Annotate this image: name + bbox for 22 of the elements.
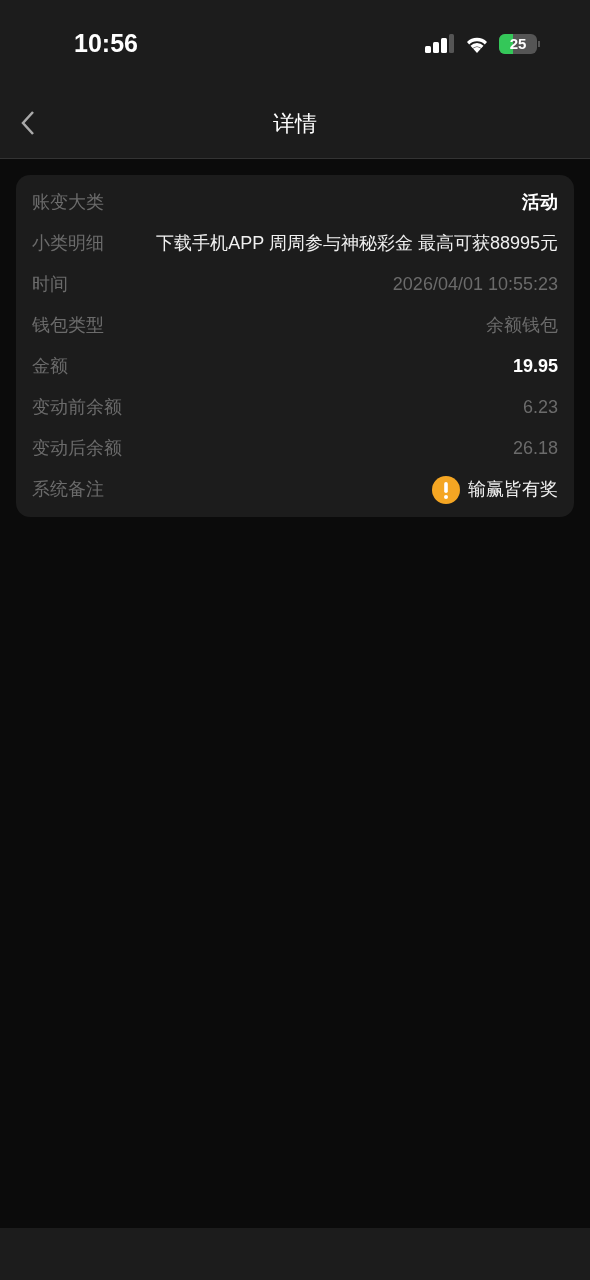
detail-label: 账变大类 bbox=[32, 191, 104, 214]
detail-value: 2026/04/01 10:55:23 bbox=[392, 273, 558, 296]
detail-label: 变动后余额 bbox=[32, 437, 122, 460]
detail-label: 金额 bbox=[32, 355, 68, 378]
signal-icon bbox=[425, 34, 455, 54]
detail-value: 26.18 bbox=[512, 437, 558, 460]
detail-value: 下载手机APP 周周参与神秘彩金 最高可获88995元 bbox=[156, 232, 558, 255]
detail-value: 活动 bbox=[522, 191, 558, 214]
wifi-icon bbox=[465, 35, 489, 53]
detail-label: 钱包类型 bbox=[32, 314, 104, 337]
detail-label: 系统备注 bbox=[32, 478, 104, 501]
detail-label: 小类明细 bbox=[32, 232, 104, 255]
detail-value: 6.23 bbox=[522, 396, 558, 419]
detail-value: 输赢皆有奖 bbox=[468, 478, 558, 501]
warning-icon bbox=[432, 475, 460, 504]
detail-value: 19.95 bbox=[512, 355, 558, 378]
detail-label: 变动前余额 bbox=[32, 396, 122, 419]
back-icon bbox=[20, 110, 36, 136]
status-time: 10:56 bbox=[74, 28, 138, 60]
detail-label: 时间 bbox=[32, 273, 68, 296]
page-title: 详情 bbox=[273, 109, 317, 138]
detail-value: 余额钱包 bbox=[486, 314, 558, 337]
